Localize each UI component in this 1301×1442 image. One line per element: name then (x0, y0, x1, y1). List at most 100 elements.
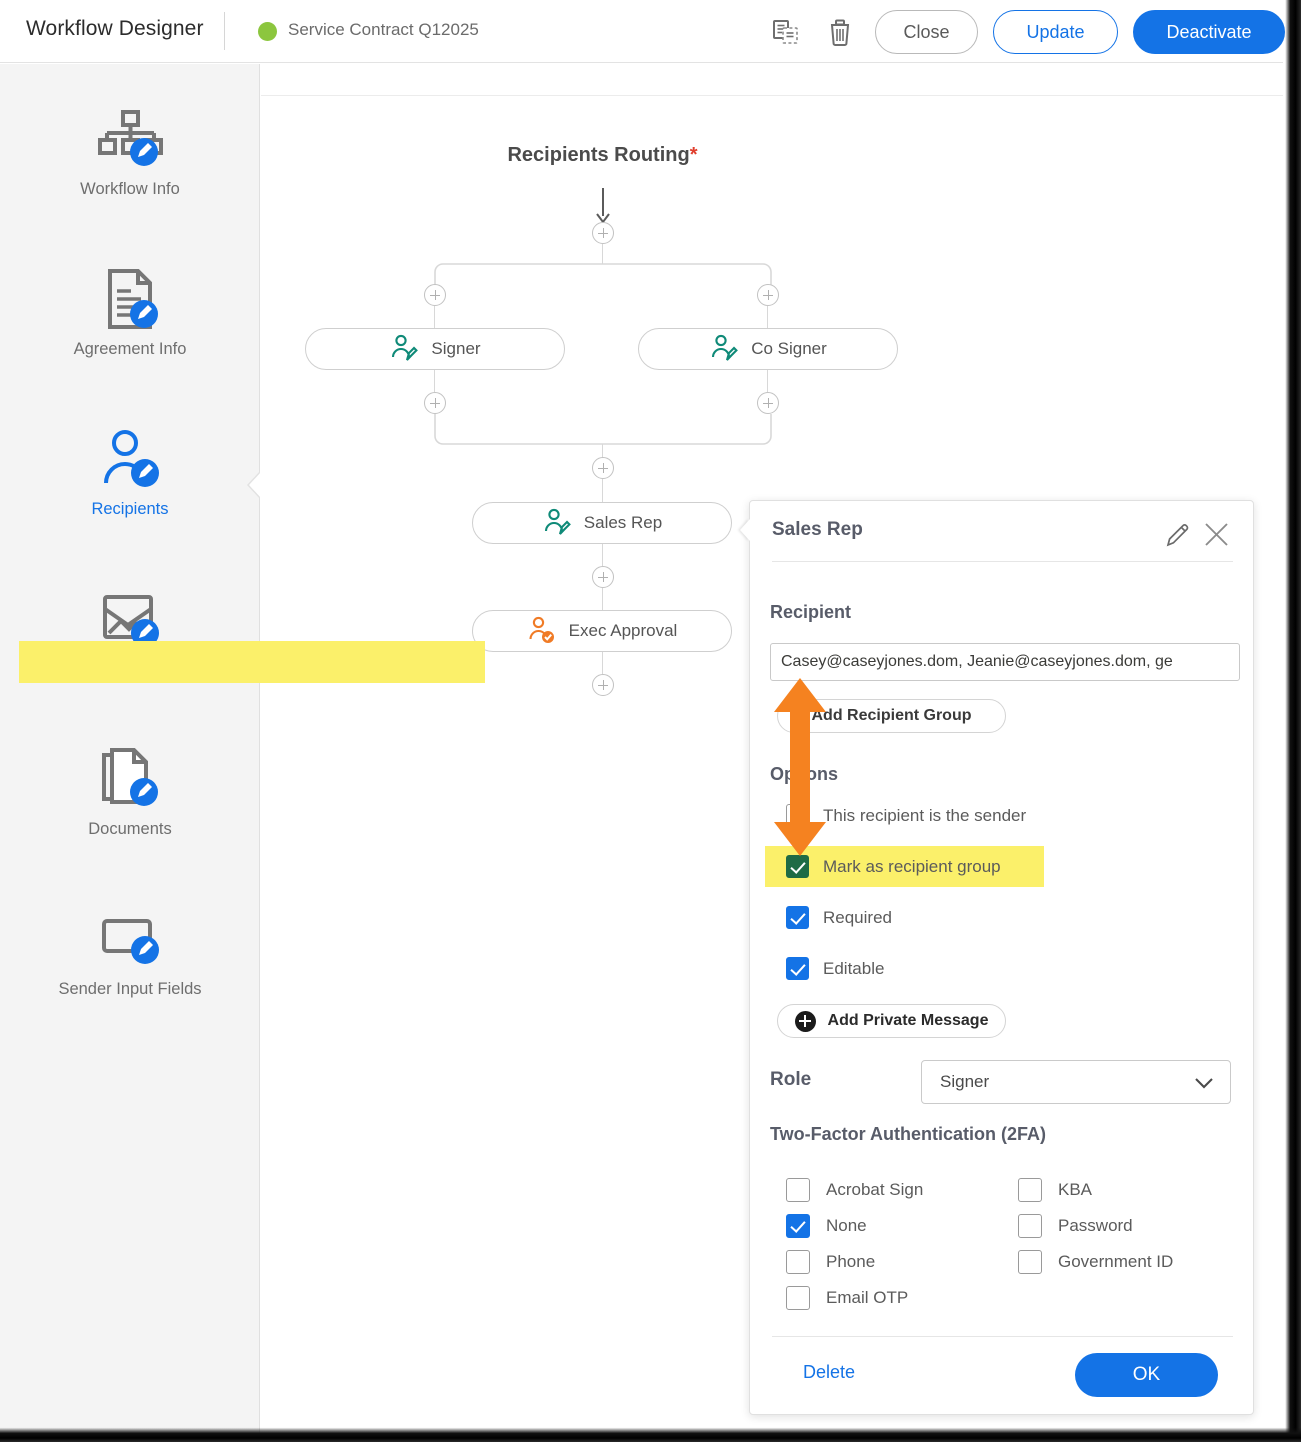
tfa-option-password[interactable]: Password (1018, 1214, 1133, 1238)
checkbox[interactable] (786, 855, 809, 878)
duplicate-icon[interactable] (770, 16, 802, 48)
flow-line (602, 652, 603, 674)
add-private-message-label: Add Private Message (828, 1012, 989, 1030)
pencil-icon[interactable] (1165, 522, 1191, 548)
workflow-node-sales-rep[interactable]: Sales Rep (472, 502, 732, 544)
ok-button[interactable]: OK (1075, 1353, 1218, 1397)
checkbox[interactable] (786, 1286, 810, 1310)
checkbox[interactable] (786, 906, 809, 929)
sidebar-item-sender-input-fields[interactable]: Sender Input Fields (0, 904, 260, 999)
sidebar-item-label: Agreement Info (0, 340, 260, 359)
sidebar-item-agreement-info[interactable]: Agreement Info (0, 264, 260, 359)
page-title: Recipients Routing* (261, 144, 944, 167)
tfa-option-government-id[interactable]: Government ID (1018, 1250, 1173, 1274)
workflow-node-label: Sales Rep (584, 513, 662, 533)
checkbox[interactable] (786, 804, 809, 827)
add-node-button-right-top[interactable] (757, 284, 779, 306)
workflow-node-co-signer[interactable]: Co Signer (638, 328, 898, 370)
add-node-button-right-bottom[interactable] (757, 392, 779, 414)
workflow-node-label: Signer (431, 339, 480, 359)
tfa-section-heading: Two-Factor Authentication (2FA) (770, 1124, 1046, 1145)
workflow-node-exec-approval[interactable]: Exec Approval (472, 610, 732, 652)
checkbox[interactable] (1018, 1178, 1042, 1202)
tfa-option-label: Password (1058, 1216, 1133, 1236)
panel-divider (772, 561, 1233, 562)
flow-line (602, 544, 603, 566)
options-section-heading: Options (770, 764, 838, 785)
sidebar-item-documents[interactable]: Documents (0, 744, 260, 839)
trash-icon[interactable] (824, 16, 856, 48)
tfa-option-none[interactable]: None (786, 1214, 867, 1238)
tfa-option-label: Acrobat Sign (826, 1180, 923, 1200)
workflow-tree-edit-icon (0, 104, 260, 176)
document-name: Service Contract Q12025 (288, 20, 479, 40)
tfa-option-label: Email OTP (826, 1288, 908, 1308)
plus-circle-icon (795, 1011, 816, 1032)
checkbox[interactable] (786, 1178, 810, 1202)
option-required[interactable]: Required (786, 906, 892, 929)
recipient-input[interactable] (770, 643, 1240, 681)
documents-edit-icon (0, 744, 260, 816)
checkbox[interactable] (786, 957, 809, 980)
tfa-option-email-otp[interactable]: Email OTP (786, 1286, 908, 1310)
delete-button[interactable]: Delete (803, 1362, 855, 1383)
tfa-option-label: Phone (826, 1252, 875, 1272)
page-title-text: Recipients Routing (507, 144, 689, 166)
option-label: Mark as recipient group (823, 857, 1001, 877)
recipient-field-highlight (19, 641, 485, 683)
panel-pointer (740, 519, 750, 541)
document-edit-icon (0, 264, 260, 336)
flow-start-arrow-icon (594, 188, 612, 226)
add-node-button-after-sales-rep[interactable] (592, 566, 614, 588)
add-node-button-end[interactable] (592, 674, 614, 696)
tfa-option-kba[interactable]: KBA (1018, 1178, 1092, 1202)
workflow-node-label: Co Signer (751, 339, 827, 359)
checkbox[interactable] (1018, 1214, 1042, 1238)
left-sidebar: Workflow Info Agreement Info (0, 64, 260, 1442)
sidebar-item-workflow-info[interactable]: Workflow Info (0, 104, 260, 199)
person-edit-icon (0, 424, 260, 496)
add-private-message-button[interactable]: Add Private Message (777, 1004, 1006, 1038)
workflow-node-signer[interactable]: Signer (305, 328, 565, 370)
top-toolbar: Workflow Designer Service Contract Q1202… (0, 0, 1283, 63)
checkbox[interactable] (786, 1214, 810, 1238)
add-node-button-left-bottom[interactable] (424, 392, 446, 414)
signer-pen-icon (389, 334, 419, 364)
close-icon[interactable] (1203, 521, 1230, 548)
flow-line (434, 370, 435, 392)
panel-title: Sales Rep (772, 519, 863, 541)
frame-bottom-edge (0, 1426, 1301, 1442)
approver-check-icon (527, 616, 557, 646)
role-label: Role (770, 1069, 811, 1091)
add-node-button-root[interactable] (592, 222, 614, 244)
option-mark-as-recipient-group[interactable]: Mark as recipient group (786, 855, 1001, 878)
checkbox[interactable] (1018, 1250, 1042, 1274)
option-label: Editable (823, 959, 884, 979)
flow-line (767, 306, 768, 328)
tfa-option-phone[interactable]: Phone (786, 1250, 875, 1274)
deactivate-button[interactable]: Deactivate (1133, 10, 1285, 54)
tfa-option-label: Government ID (1058, 1252, 1173, 1272)
option-label: Required (823, 908, 892, 928)
add-node-button-mid[interactable] (592, 457, 614, 479)
tfa-option-acrobat-sign[interactable]: Acrobat Sign (786, 1178, 923, 1202)
flow-branch-top (433, 262, 773, 296)
chevron-down-icon (1194, 1077, 1214, 1090)
close-button[interactable]: Close (875, 10, 978, 54)
sidebar-item-label: Workflow Info (0, 180, 260, 199)
option-this-recipient-is-sender[interactable]: This recipient is the sender (786, 804, 1026, 827)
flow-line (434, 306, 435, 328)
option-label: This recipient is the sender (823, 806, 1026, 826)
sidebar-item-recipients[interactable]: Recipients (0, 424, 260, 519)
option-editable[interactable]: Editable (786, 957, 884, 980)
add-node-button-left-top[interactable] (424, 284, 446, 306)
checkbox[interactable] (786, 1250, 810, 1274)
input-field-edit-icon (0, 904, 260, 976)
role-select[interactable]: Signer (921, 1060, 1231, 1104)
update-button[interactable]: Update (993, 10, 1118, 54)
sidebar-pointer (249, 472, 261, 498)
workflow-node-label: Exec Approval (569, 621, 678, 641)
app-title: Workflow Designer (26, 17, 204, 41)
flow-line (602, 588, 603, 611)
add-recipient-group-button[interactable]: Add Recipient Group (777, 699, 1006, 733)
